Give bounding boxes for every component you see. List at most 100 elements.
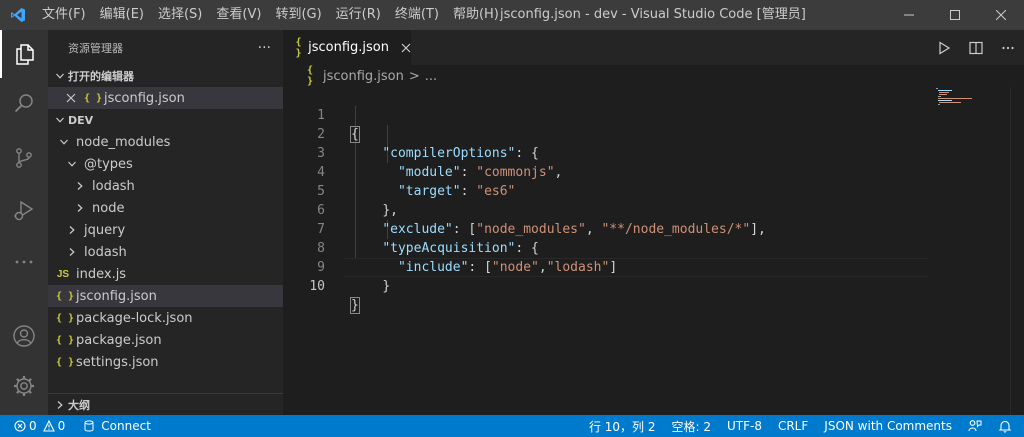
notifications-button[interactable]	[990, 415, 1024, 437]
tree-item[interactable]: node	[48, 197, 283, 219]
menu-selection[interactable]: 选择(S)	[151, 0, 209, 30]
indentation[interactable]: 空格: 2	[663, 415, 719, 437]
js-file-icon: JS	[56, 268, 70, 280]
chevron-down-icon	[56, 134, 72, 150]
encoding[interactable]: UTF-8	[719, 415, 770, 437]
code-line: 1 {	[283, 87, 928, 143]
search-button[interactable]	[0, 80, 48, 128]
connect-button[interactable]: Connect	[73, 415, 159, 437]
tree-item[interactable]: jquery	[48, 219, 283, 241]
chevron-right-icon	[64, 222, 80, 238]
cursor-position[interactable]: 行 10，列 2	[581, 415, 664, 437]
run-button[interactable]	[928, 30, 960, 65]
manage-button[interactable]	[0, 362, 48, 410]
menu-terminal[interactable]: 终端(T)	[388, 0, 446, 30]
code-editor[interactable]: 1 { 2 "compilerOptions": { 3 "module": "…	[283, 87, 1024, 415]
title-bar: 文件(F) 编辑(E) 选择(S) 查看(V) 转到(G) 运行(R) 终端(T…	[0, 0, 1024, 30]
tree-item[interactable]: node_modules	[48, 131, 283, 153]
status-bar-right: 行 10，列 2 空格: 2 UTF-8 CRLF JSON with Comm…	[581, 415, 1024, 437]
error-count: 0	[29, 419, 37, 433]
source-control-button[interactable]	[0, 134, 48, 182]
code-line: 8 "include": ["node","lodash"]	[283, 220, 928, 275]
code-line: 6 "exclude": ["node_modules", "**/node_m…	[283, 182, 928, 237]
open-editor-item[interactable]: { } jsconfig.json	[48, 87, 283, 109]
close-tab-icon[interactable]	[401, 43, 411, 53]
feedback-button[interactable]	[960, 415, 990, 437]
menu-help[interactable]: 帮助(H)	[446, 0, 506, 30]
sidebar-more-button[interactable]: ···	[258, 40, 271, 56]
warning-icon	[42, 420, 55, 432]
tree-item[interactable]: { } settings.json	[48, 351, 283, 373]
more-actions-button[interactable]	[992, 30, 1024, 65]
code-line: 9 }	[283, 239, 928, 294]
more-views-button[interactable]	[0, 238, 48, 286]
code-text: }	[382, 279, 391, 294]
menu-file[interactable]: 文件(F)	[35, 0, 93, 30]
split-editor-icon	[969, 41, 983, 54]
explorer-icon	[16, 44, 34, 65]
split-editor-button[interactable]	[960, 30, 992, 65]
close-window-button[interactable]	[978, 0, 1024, 30]
menu-view[interactable]: 查看(V)	[209, 0, 268, 30]
open-editors-label: 打开的编辑器	[68, 70, 134, 83]
problems-indicator[interactable]: 0 0	[0, 415, 73, 437]
chevron-down-icon	[64, 156, 80, 172]
tab-jsconfig[interactable]: { } jsconfig.json	[283, 30, 411, 65]
json-file-icon: { }	[295, 36, 302, 59]
outline-header[interactable]: 大纲	[48, 394, 283, 415]
chevron-right-icon	[72, 178, 88, 194]
tree-item-label: index.js	[76, 266, 127, 282]
settings-gear-icon	[14, 376, 34, 396]
tree-item-label: jsconfig.json	[76, 288, 157, 304]
chevron-right-icon	[64, 244, 80, 260]
json-file-icon: { }	[56, 312, 75, 324]
menu-run[interactable]: 运行(R)	[329, 0, 388, 30]
minimize-button[interactable]	[886, 0, 932, 30]
tree-item-label: lodash	[92, 178, 135, 194]
search-icon	[14, 94, 33, 113]
sidebar-header: 资源管理器 ···	[48, 30, 283, 65]
tree-item[interactable]: JS index.js	[48, 263, 283, 285]
tree-item[interactable]: lodash	[48, 175, 283, 197]
window-title: jsconfig.json - dev - Visual Studio Code…	[500, 7, 806, 22]
line-ending[interactable]: CRLF	[770, 415, 816, 437]
vscode-logo-icon	[0, 0, 35, 30]
json-file-icon: { }	[56, 334, 75, 346]
activity-bar	[0, 30, 48, 415]
play-icon	[939, 40, 951, 55]
sidebar-title: 资源管理器	[68, 41, 123, 55]
accounts-button[interactable]	[0, 312, 48, 360]
menu-bar: 文件(F) 编辑(E) 选择(S) 查看(V) 转到(G) 运行(R) 终端(T…	[35, 0, 506, 30]
tree-item-label: lodash	[84, 244, 127, 260]
workspace-header[interactable]: DEV	[48, 109, 283, 131]
close-icon	[996, 10, 1006, 20]
tree-item[interactable]: { } package-lock.json	[48, 307, 283, 329]
language-mode[interactable]: JSON with Comments	[816, 415, 960, 437]
open-editors-header[interactable]: 打开的编辑器	[48, 65, 283, 87]
tree-item[interactable]: lodash	[48, 241, 283, 263]
close-editor-icon[interactable]	[66, 93, 80, 103]
tree-item[interactable]: { } jsconfig.json	[48, 285, 283, 307]
tree-item-label: node	[92, 200, 125, 216]
chevron-right-icon	[72, 200, 88, 216]
run-debug-button[interactable]	[0, 186, 48, 234]
menu-edit[interactable]: 编辑(E)	[93, 0, 151, 30]
explorer-button[interactable]	[0, 30, 48, 78]
tree-item[interactable]: { } package.json	[48, 329, 283, 351]
chevron-down-icon	[52, 68, 68, 84]
code-line: 4 "target": "es6"	[283, 144, 928, 199]
editor-tab-bar: { } jsconfig.json	[283, 30, 1024, 65]
breadcrumb-file[interactable]: jsconfig.json	[323, 69, 404, 84]
menu-go[interactable]: 转到(G)	[268, 0, 328, 30]
breadcrumb-symbol[interactable]: ...	[425, 69, 437, 84]
workspace-label: DEV	[68, 113, 94, 127]
more-icon	[15, 260, 33, 264]
maximize-button[interactable]	[932, 0, 978, 30]
json-file-icon: { }	[56, 290, 75, 302]
minimap[interactable]	[934, 87, 994, 107]
code-line: 10 }	[283, 258, 928, 314]
json-file-icon: { }	[84, 92, 103, 104]
vertical-scrollbar[interactable]	[1010, 87, 1024, 415]
source-control-icon	[16, 148, 32, 168]
tree-item[interactable]: @types	[48, 153, 283, 175]
